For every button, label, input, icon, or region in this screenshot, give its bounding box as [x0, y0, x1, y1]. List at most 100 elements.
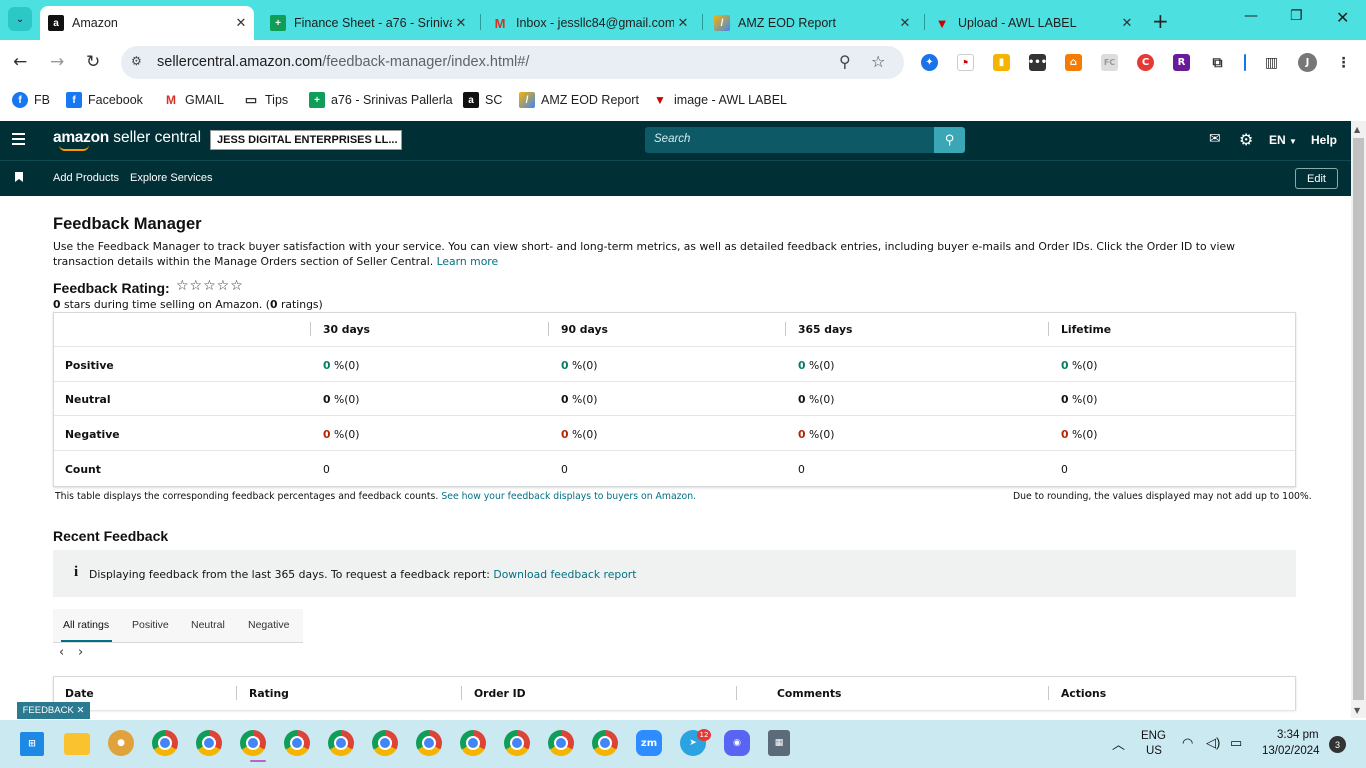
col-actions[interactable]: Actions — [1061, 687, 1106, 700]
chrome-profile-icon[interactable] — [196, 730, 222, 756]
notification-badge[interactable]: 3 — [1329, 736, 1346, 753]
forward-icon[interactable]: → — [50, 52, 64, 72]
extension-3-icon[interactable]: ▮ — [993, 54, 1010, 71]
chrome-profile-icon[interactable] — [416, 730, 442, 756]
chrome-menu-icon[interactable]: ⋮ — [1335, 54, 1352, 71]
extensions-puzzle-icon[interactable]: ⧉ — [1209, 54, 1226, 71]
tab-close-icon[interactable]: ✕ — [452, 15, 470, 31]
bookmark-gmail[interactable]: M GMAIL — [163, 92, 224, 108]
extension-8-icon[interactable]: R — [1173, 54, 1190, 71]
tab-gmail-inbox[interactable]: M Inbox - jessllc84@gmail.com ✕ — [484, 6, 696, 40]
edit-button[interactable]: Edit — [1295, 168, 1338, 189]
tab-upload-awl-label[interactable]: ▼ Upload - AWL LABEL ✕ — [926, 6, 1140, 40]
download-report-link[interactable]: Download feedback report — [493, 568, 636, 581]
extension-5-icon[interactable]: ⌂ — [1065, 54, 1082, 71]
wifi-icon[interactable]: ◠ — [1182, 735, 1193, 751]
language-indicator[interactable]: ENG — [1141, 730, 1166, 742]
clock-time[interactable]: 3:34 pm — [1277, 729, 1319, 741]
tab-amz-eod-report[interactable]: / AMZ EOD Report ✕ — [706, 6, 918, 40]
bookmark-star-icon[interactable]: ☆ — [871, 52, 885, 71]
bookmark-tips[interactable]: ▭ Tips — [243, 92, 288, 108]
extension-2-icon[interactable]: ⚑ — [957, 54, 974, 71]
bookmark-a76[interactable]: + a76 - Srinivas Pallerla — [309, 92, 453, 108]
reload-icon[interactable]: ↻ — [86, 52, 100, 72]
chrome-profile-icon[interactable] — [592, 730, 618, 756]
tab-search-chevron-icon[interactable]: ⌄ — [8, 7, 32, 31]
tab-close-icon[interactable]: ✕ — [232, 15, 250, 31]
tab-all-ratings[interactable]: All ratings — [63, 619, 109, 631]
col-date[interactable]: Date — [65, 687, 94, 700]
language-selector[interactable]: EN ▼ — [1269, 133, 1297, 147]
close-window-icon[interactable]: ✕ — [1336, 8, 1349, 27]
scroll-up-icon[interactable]: ▲ — [1354, 125, 1360, 134]
extension-7-icon[interactable]: C — [1137, 54, 1154, 71]
volume-icon[interactable]: ◁) — [1206, 735, 1220, 751]
feedback-display-link[interactable]: See how your feedback displays to buyers… — [441, 491, 696, 502]
chrome-active-icon[interactable] — [240, 730, 266, 756]
url-text[interactable]: sellercentral.amazon.com/feedback-manage… — [157, 54, 529, 70]
chrome-profile-icon[interactable] — [152, 730, 178, 756]
bookmark-fb[interactable]: f FB — [12, 92, 50, 108]
learn-more-link[interactable]: Learn more — [437, 255, 499, 268]
explore-services-link[interactable]: Explore Services — [130, 172, 213, 184]
zoom-icon[interactable]: ⚲ — [839, 52, 851, 71]
bookmark-sc[interactable]: a SC — [463, 92, 502, 108]
tab-close-icon[interactable]: ✕ — [1118, 15, 1136, 31]
scrollbar-thumb[interactable] — [1353, 138, 1364, 700]
address-bar[interactable]: ⚙ sellercentral.amazon.com/feedback-mana… — [121, 46, 904, 79]
tab-close-icon[interactable]: ✕ — [896, 15, 914, 31]
extension-6-icon[interactable]: FC — [1101, 54, 1118, 71]
site-info-icon[interactable]: ⚙ — [131, 54, 142, 68]
tab-amazon[interactable]: a Amazon ✕ — [40, 6, 254, 40]
app-hamster-icon[interactable]: ● — [108, 730, 134, 756]
calculator-icon[interactable]: ▦ — [768, 730, 790, 756]
tab-finance-sheet[interactable]: + Finance Sheet - a76 - Sriniva ✕ — [262, 6, 474, 40]
back-icon[interactable]: ← — [13, 52, 27, 72]
chrome-profile-icon[interactable] — [284, 730, 310, 756]
tab-positive[interactable]: Positive — [132, 619, 169, 631]
bookmark-amz-eod[interactable]: / AMZ EOD Report — [519, 92, 639, 108]
zoom-app-icon[interactable]: zm — [636, 730, 662, 756]
show-hidden-icons-icon[interactable]: ︿ — [1112, 734, 1125, 753]
page-scrollbar[interactable]: ▲ ▼ — [1351, 121, 1366, 718]
search-icon[interactable]: ⚲ — [934, 127, 965, 153]
help-link[interactable]: Help — [1311, 133, 1337, 147]
feedback-button[interactable]: FEEDBACK ✕ — [17, 702, 90, 719]
windows-start-icon[interactable]: ⊞ — [20, 732, 44, 756]
restore-icon[interactable]: ❐ — [1290, 8, 1303, 24]
col-order-id[interactable]: Order ID — [474, 687, 526, 700]
chevron-right-icon[interactable]: › — [78, 645, 83, 660]
mail-icon[interactable]: ✉ — [1209, 131, 1221, 147]
chrome-profile-icon[interactable] — [372, 730, 398, 756]
extension-1-icon[interactable]: ✦ — [921, 54, 938, 71]
tab-close-icon[interactable]: ✕ — [674, 15, 692, 31]
scroll-down-icon[interactable]: ▼ — [1354, 706, 1360, 715]
new-tab-icon[interactable]: + — [1152, 9, 1169, 33]
file-explorer-icon[interactable] — [64, 733, 90, 755]
account-switcher[interactable]: JESS DIGITAL ENTERPRISES LL... — [210, 130, 402, 150]
settings-gear-icon[interactable]: ⚙ — [1239, 130, 1253, 149]
chevron-left-icon[interactable]: ‹ — [59, 645, 64, 660]
region-indicator[interactable]: US — [1146, 745, 1162, 757]
extension-4-icon[interactable]: ••• — [1028, 54, 1047, 71]
seller-central-logo[interactable]: amazon seller central — [53, 129, 201, 151]
tab-negative[interactable]: Negative — [248, 619, 289, 631]
chrome-icon[interactable] — [548, 730, 574, 756]
clock-date[interactable]: 13/02/2024 — [1262, 745, 1320, 757]
discord-icon[interactable]: ◉ — [724, 730, 750, 756]
minimize-icon[interactable]: — — [1244, 8, 1258, 24]
bookmark-facebook[interactable]: f Facebook — [66, 92, 143, 108]
col-comments[interactable]: Comments — [777, 687, 841, 700]
bookmark-awl-image[interactable]: ▼ image - AWL LABEL — [652, 92, 787, 108]
profile-avatar[interactable]: J — [1298, 53, 1317, 72]
side-panel-icon[interactable]: ▥ — [1263, 54, 1280, 71]
chrome-profile-icon[interactable] — [328, 730, 354, 756]
hamburger-menu-icon[interactable] — [12, 133, 25, 148]
chrome-profile-icon[interactable] — [460, 730, 486, 756]
search-input[interactable]: Search — [645, 127, 934, 153]
col-rating[interactable]: Rating — [249, 687, 289, 700]
add-products-link[interactable]: Add Products — [53, 172, 119, 184]
chrome-profile-icon[interactable] — [504, 730, 530, 756]
tab-neutral[interactable]: Neutral — [191, 619, 225, 631]
battery-icon[interactable]: ▭ — [1230, 735, 1242, 751]
